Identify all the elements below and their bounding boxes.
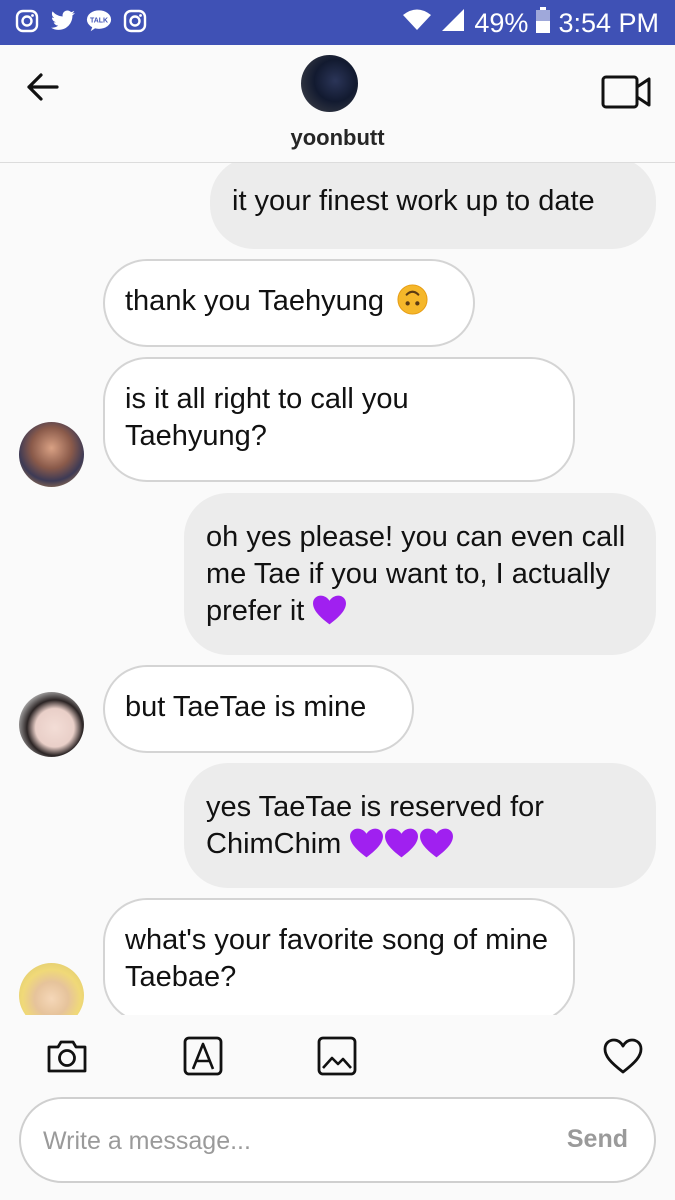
message-bubble-received[interactable]: but TaeTae is mine: [103, 665, 414, 753]
message-bubble-received[interactable]: thank you Taehyung: [103, 259, 475, 347]
purple-heart-emoji-icon: [349, 827, 384, 859]
message-text: but TaeTae is mine: [125, 691, 367, 723]
message-text: what's your favorite song of mine Taebae…: [125, 924, 549, 993]
message-bubble-sent[interactable]: yes TaeTae is reserved for ChimChim: [184, 763, 656, 888]
like-button[interactable]: [602, 1035, 644, 1077]
instagram-icon: [14, 8, 40, 34]
twitter-icon: [50, 8, 76, 34]
message-composer: Send: [19, 1097, 656, 1183]
wifi-icon: [402, 8, 432, 38]
kakaotalk-icon: TALK: [86, 8, 112, 34]
message-bubble-received[interactable]: is it all right to call you Taehyung?: [103, 357, 575, 482]
video-camera-icon: [601, 75, 651, 109]
message-text: thank you Taehyung: [125, 285, 385, 317]
text-style-icon: [183, 1036, 223, 1076]
instagram-icon: [122, 8, 148, 34]
clock: 3:54 PM: [558, 8, 659, 38]
upside-down-face-emoji-icon: [396, 283, 429, 316]
message-bubble-sent[interactable]: it your finest work up to date: [210, 163, 656, 249]
message-bubble-received[interactable]: what's your favorite song of mine Taebae…: [103, 898, 575, 1015]
sticker-button[interactable]: [182, 1035, 224, 1077]
battery-percent: 49%: [474, 8, 529, 38]
heart-outline-icon: [603, 1038, 643, 1074]
conversation-username[interactable]: yoonbutt: [0, 125, 675, 151]
message-bubble-sent[interactable]: oh yes please! you can even call me Tae …: [184, 493, 656, 655]
purple-heart-emoji-icon: [384, 827, 419, 859]
image-icon: [317, 1036, 357, 1076]
sender-avatar[interactable]: [19, 963, 84, 1015]
back-button[interactable]: [22, 67, 62, 107]
battery-icon: [536, 7, 551, 39]
composer-toolbar: [0, 1015, 675, 1095]
profile-avatar[interactable]: [301, 55, 358, 112]
arrow-left-icon: [27, 73, 59, 101]
purple-heart-emoji-icon: [312, 594, 347, 626]
message-list[interactable]: it your finest work up to date thank you…: [0, 163, 675, 1015]
message-text: is it all right to call you Taehyung?: [125, 383, 409, 452]
conversation-header: yoonbutt: [0, 45, 675, 163]
message-text: oh yes please! you can even call me Tae …: [206, 521, 626, 627]
sender-avatar[interactable]: [19, 422, 84, 487]
video-call-button[interactable]: [601, 73, 653, 111]
sender-avatar[interactable]: [19, 692, 84, 757]
kakao-label: TALK: [90, 17, 108, 24]
send-button[interactable]: Send: [567, 1125, 628, 1154]
camera-button[interactable]: [46, 1035, 88, 1077]
status-bar: TALK 49% 3:54 PM: [0, 0, 675, 45]
gallery-button[interactable]: [316, 1035, 358, 1077]
signal-icon: [440, 7, 466, 39]
message-input[interactable]: [43, 1119, 503, 1163]
camera-icon: [47, 1040, 87, 1073]
message-text: it your finest work up to date: [232, 185, 595, 217]
purple-heart-emoji-icon: [419, 827, 454, 859]
